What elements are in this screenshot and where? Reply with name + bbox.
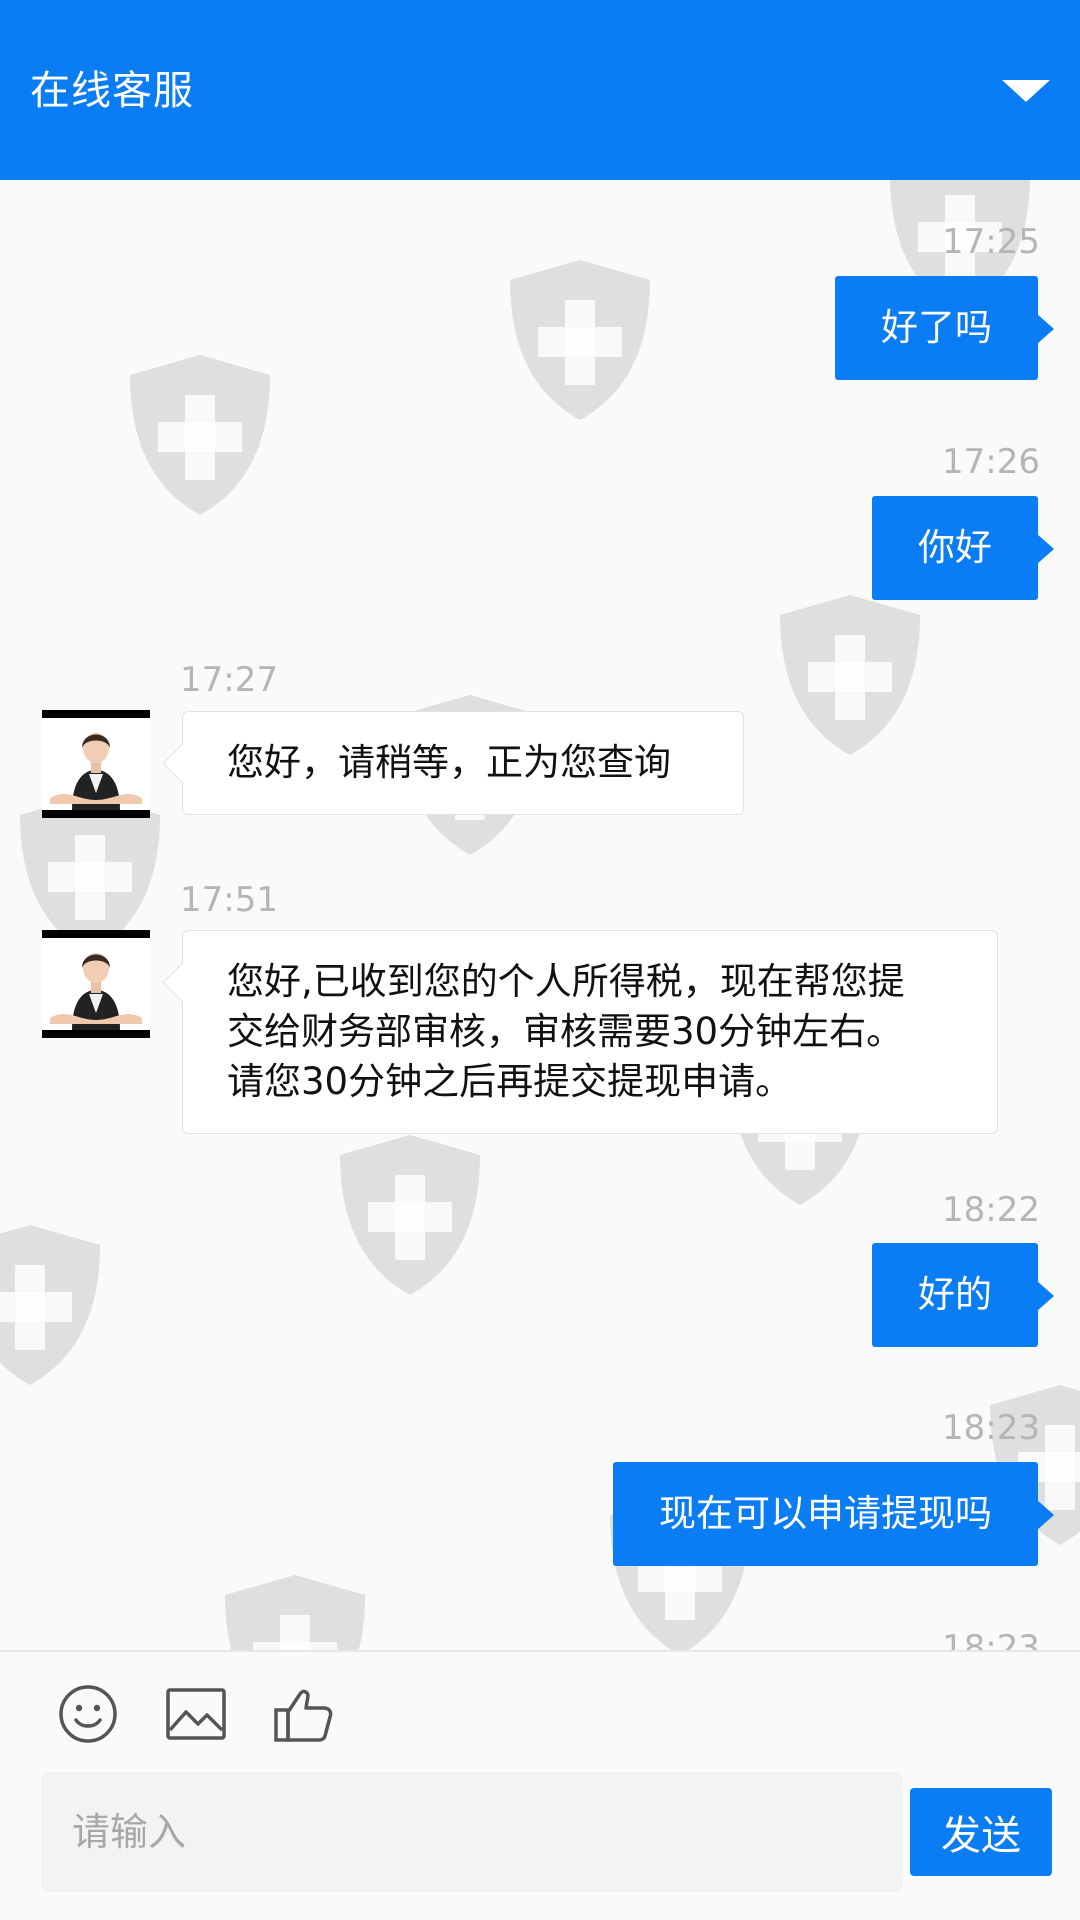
page-title: 在线客服 — [30, 68, 194, 114]
outgoing-message-bubble[interactable]: 好了吗 — [835, 276, 1054, 380]
message-text: 您好，请稍等，正为您查询 — [227, 741, 671, 784]
message-text: 好的 — [918, 1273, 992, 1316]
agent-avatar-image — [42, 718, 150, 810]
outgoing-message-bubble[interactable]: 好的 — [872, 1243, 1054, 1347]
message-timestamp: 18:22 — [942, 1190, 1040, 1230]
message-text: 现在可以申请提现吗 — [659, 1492, 992, 1535]
shield-watermark-icon — [0, 1225, 100, 1385]
toolbar-divider — [0, 1650, 1080, 1652]
bubble-tail — [1037, 314, 1054, 344]
shield-watermark-icon — [340, 1135, 480, 1295]
outgoing-message-bubble[interactable]: 现在可以申请提现吗 — [613, 1462, 1054, 1566]
message-text: 好了吗 — [881, 306, 992, 349]
image-icon[interactable] — [164, 1682, 228, 1746]
message-timestamp: 17:25 — [942, 222, 1040, 262]
shield-watermark-icon — [130, 355, 270, 515]
header-bar: 在线客服 — [0, 0, 1080, 180]
shield-watermark-icon — [225, 1575, 365, 1650]
bubble-tail — [1037, 1500, 1054, 1530]
message-list[interactable]: 17:25 好了吗 17:26 你好 17:27 您好，请稍等，正为您查询 17… — [0, 180, 1080, 1650]
send-button[interactable]: 发送 — [910, 1788, 1052, 1876]
message-input[interactable] — [42, 1772, 902, 1892]
agent-avatar[interactable] — [42, 930, 150, 1038]
message-timestamp: 17:27 — [180, 660, 278, 700]
message-text: 你好 — [918, 526, 992, 569]
message-timestamp: 18:23 — [942, 1408, 1040, 1448]
incoming-message-bubble[interactable]: 您好,已收到您的个人所得税，现在帮您提 交给财务部审核，审核需要30分钟左右。 … — [162, 930, 998, 1134]
emoji-icon[interactable] — [56, 1682, 120, 1746]
shield-watermark-icon — [780, 595, 920, 755]
bubble-tail — [1037, 1281, 1054, 1311]
shield-watermark-icon — [510, 260, 650, 420]
chat-page: 在线客服 17:25 好了吗 17:26 你好 17:27 您好，请稍等，正为您… — [0, 0, 1080, 1920]
message-text: 您好,已收到您的个人所得税，现在帮您提 交给财务部审核，审核需要30分钟左右。 … — [227, 960, 905, 1103]
agent-avatar-image — [42, 938, 150, 1030]
incoming-message-bubble[interactable]: 您好，请稍等，正为您查询 — [162, 711, 744, 815]
chevron-down-icon[interactable] — [996, 70, 1056, 110]
bubble-tail — [1037, 534, 1054, 564]
message-timestamp: 17:26 — [942, 442, 1040, 482]
thumbs-up-icon[interactable] — [272, 1682, 336, 1746]
message-timestamp: 17:51 — [180, 880, 278, 920]
message-timestamp: 18:23 — [942, 1628, 1040, 1650]
outgoing-message-bubble[interactable]: 你好 — [872, 496, 1054, 600]
agent-avatar[interactable] — [42, 710, 150, 818]
